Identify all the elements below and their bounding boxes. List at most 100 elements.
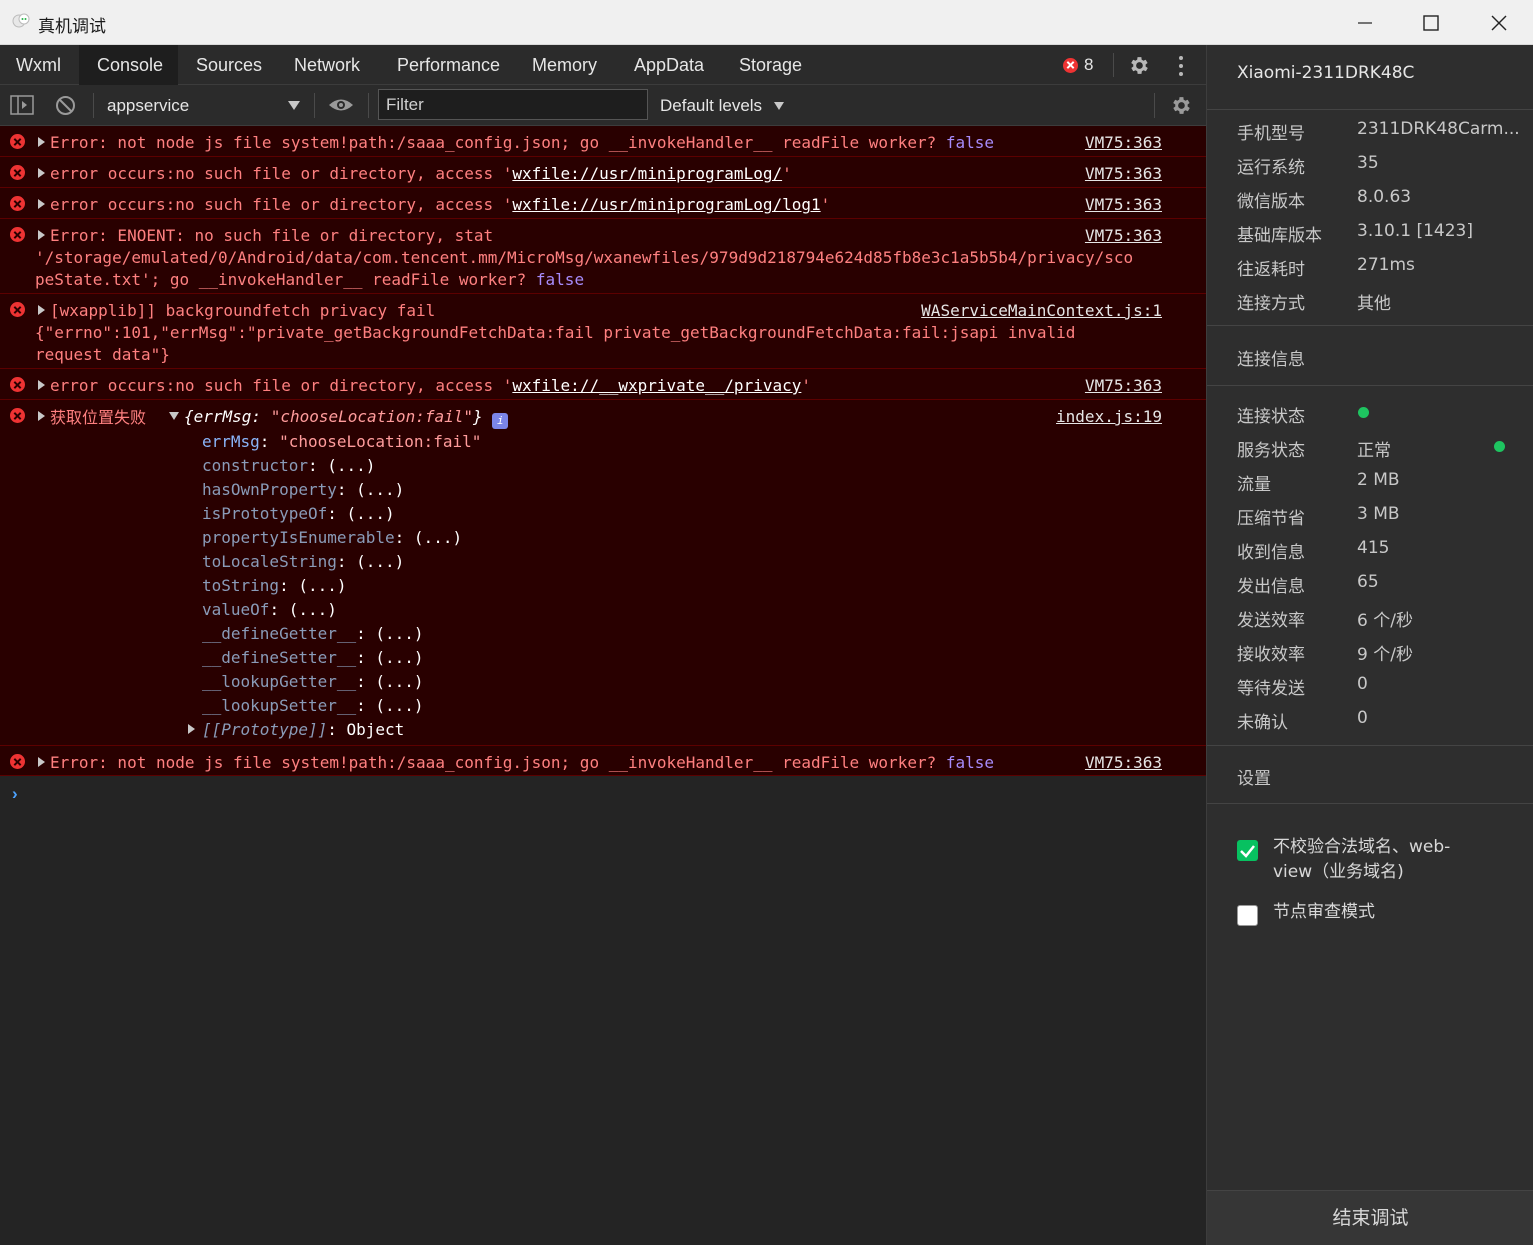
- info-value: 35: [1357, 153, 1379, 173]
- tab-performance[interactable]: Performance: [397, 45, 500, 85]
- console-output: Error: not node js file system!path:/saa…: [0, 126, 1206, 776]
- object-preview-tail: }: [473, 407, 483, 426]
- error-counter[interactable]: 8: [1063, 55, 1093, 75]
- tab-network[interactable]: Network: [294, 45, 360, 85]
- context-dropdown-arrow-icon[interactable]: [288, 101, 300, 110]
- sidebar-toggle-icon[interactable]: [10, 95, 34, 115]
- error-message: error occurs:no such file or directory, …: [50, 195, 513, 214]
- file-link[interactable]: wxfile://usr/miniprogramLog/log1: [512, 195, 820, 214]
- source-link[interactable]: WAServiceMainContext.js:1: [921, 300, 1162, 322]
- expand-triangle-icon[interactable]: [38, 757, 45, 767]
- remote-debug-panel: Xiaomi-2311DRK48C 手机型号 2311DRK48Carm... …: [1206, 45, 1533, 1245]
- node-inspect-mode-checkbox[interactable]: [1237, 905, 1258, 926]
- tab-sources[interactable]: Sources: [196, 45, 262, 85]
- info-value: 2311DRK48Carm...: [1357, 119, 1520, 139]
- tab-console[interactable]: Console: [79, 45, 178, 85]
- connection-info-title: 连接信息: [1237, 350, 1305, 370]
- collapse-triangle-icon[interactable]: [169, 412, 179, 420]
- object-property[interactable]: __defineGetter__: (...): [202, 622, 424, 646]
- error-icon: [10, 377, 25, 392]
- close-button[interactable]: [1465, 0, 1533, 45]
- node-inspect-mode-label[interactable]: 节点审查模式: [1273, 900, 1375, 925]
- settings-gear-icon[interactable]: [1127, 54, 1150, 77]
- minimize-button[interactable]: [1331, 0, 1399, 45]
- source-link[interactable]: VM75:363: [1085, 225, 1162, 247]
- object-property[interactable]: constructor: (...): [202, 454, 375, 478]
- log-levels-dropdown[interactable]: Default levels: [660, 85, 762, 126]
- context-select[interactable]: appservice: [107, 85, 189, 126]
- source-link[interactable]: VM75:363: [1085, 375, 1162, 397]
- object-property[interactable]: __lookupGetter__: (...): [202, 670, 424, 694]
- console-error-row[interactable]: error occurs:no such file or directory, …: [0, 188, 1206, 219]
- clear-console-icon[interactable]: [55, 95, 76, 116]
- object-property[interactable]: __lookupSetter__: (...): [202, 694, 424, 718]
- expand-triangle-icon[interactable]: [38, 411, 45, 421]
- file-link[interactable]: wxfile://usr/miniprogramLog/: [512, 164, 782, 183]
- tab-wxml[interactable]: Wxml: [0, 45, 79, 85]
- info-label: 手机型号: [1237, 124, 1305, 144]
- conn-value: 0: [1357, 708, 1368, 728]
- conn-value: 0: [1357, 674, 1368, 694]
- source-link[interactable]: VM75:363: [1085, 752, 1162, 774]
- source-link[interactable]: index.js:19: [1056, 406, 1162, 428]
- console-error-row[interactable]: [wxapplib]] backgroundfetch privacy fail…: [0, 294, 1206, 369]
- skip-domain-check-label[interactable]: 不校验合法域名、web- view（业务域名): [1273, 835, 1450, 885]
- object-property[interactable]: toString: (...): [202, 574, 347, 598]
- conn-label: 等待发送: [1237, 679, 1305, 699]
- expand-triangle-icon[interactable]: [38, 380, 45, 390]
- console-error-row[interactable]: error occurs:no such file or directory, …: [0, 369, 1206, 400]
- maximize-button[interactable]: [1397, 0, 1465, 45]
- tab-memory[interactable]: Memory: [532, 45, 597, 85]
- conn-value: 65: [1357, 572, 1379, 592]
- console-error-row[interactable]: Error: not node js file system!path:/saa…: [0, 746, 1206, 776]
- file-link[interactable]: wxfile://__wxprivate__/privacy: [512, 376, 801, 395]
- title-bar: 真机调试: [0, 0, 1533, 45]
- prototype-expand-triangle-icon[interactable]: [188, 724, 195, 734]
- expand-triangle-icon[interactable]: [38, 137, 45, 147]
- expand-triangle-icon[interactable]: [38, 168, 45, 178]
- source-link[interactable]: VM75:363: [1085, 132, 1162, 154]
- source-link[interactable]: VM75:363: [1085, 163, 1162, 185]
- object-property[interactable]: toLocaleString: (...): [202, 550, 404, 574]
- info-label: 运行系统: [1237, 158, 1305, 178]
- levels-dropdown-arrow-icon[interactable]: [774, 102, 784, 110]
- object-prototype[interactable]: [[Prototype]]: Object: [202, 718, 404, 742]
- object-preview-head: {errMsg:: [184, 407, 271, 426]
- console-error-row[interactable]: Error: not node js file system!path:/saa…: [0, 126, 1206, 157]
- skip-domain-check-checkbox[interactable]: [1237, 840, 1258, 861]
- source-link[interactable]: VM75:363: [1085, 194, 1162, 216]
- conn-label: 接收效率: [1237, 645, 1305, 665]
- tab-appdata[interactable]: AppData: [634, 45, 704, 85]
- console-error-row[interactable]: Error: ENOENT: no such file or directory…: [0, 219, 1206, 294]
- expand-triangle-icon[interactable]: [38, 199, 45, 209]
- error-message: error occurs:no such file or directory, …: [50, 376, 513, 395]
- expand-triangle-icon[interactable]: [38, 230, 45, 240]
- expand-triangle-icon[interactable]: [38, 305, 45, 315]
- object-property[interactable]: hasOwnProperty: (...): [202, 478, 404, 502]
- info-icon[interactable]: i: [492, 413, 509, 429]
- object-property[interactable]: isPrototypeOf: (...): [202, 502, 395, 526]
- conn-label: 服务状态: [1237, 441, 1305, 461]
- error-message-line: request data"}: [35, 345, 170, 364]
- tab-storage[interactable]: Storage: [739, 45, 802, 85]
- conn-label: 流量: [1237, 475, 1271, 495]
- object-property[interactable]: propertyIsEnumerable: (...): [202, 526, 462, 550]
- info-label: 基础库版本: [1237, 226, 1322, 246]
- object-preview[interactable]: {errMsg: "chooseLocation:fail"} i: [184, 406, 509, 429]
- error-icon: [1063, 57, 1078, 73]
- more-options-icon[interactable]: [1176, 55, 1186, 77]
- console-settings-gear-icon[interactable]: [1169, 94, 1192, 117]
- service-status-dot-icon: [1494, 441, 1505, 452]
- console-error-row[interactable]: error occurs:no such file or directory, …: [0, 157, 1206, 188]
- info-label: 连接方式: [1237, 294, 1305, 314]
- object-property[interactable]: __defineSetter__: (...): [202, 646, 424, 670]
- live-expression-eye-icon[interactable]: [328, 97, 354, 113]
- error-icon: [10, 165, 25, 180]
- error-message: Error: not node js file system!path:/saa…: [50, 753, 946, 772]
- object-property[interactable]: valueOf: (...): [202, 598, 337, 622]
- end-debug-button[interactable]: 结束调试: [1207, 1190, 1533, 1245]
- conn-label: 发出信息: [1237, 577, 1305, 597]
- filter-input[interactable]: [378, 89, 648, 120]
- console-input-area[interactable]: ›: [0, 776, 1206, 1245]
- console-error-row-expanded[interactable]: 获取位置失败 {errMsg: "chooseLocation:fail"} i…: [0, 400, 1206, 746]
